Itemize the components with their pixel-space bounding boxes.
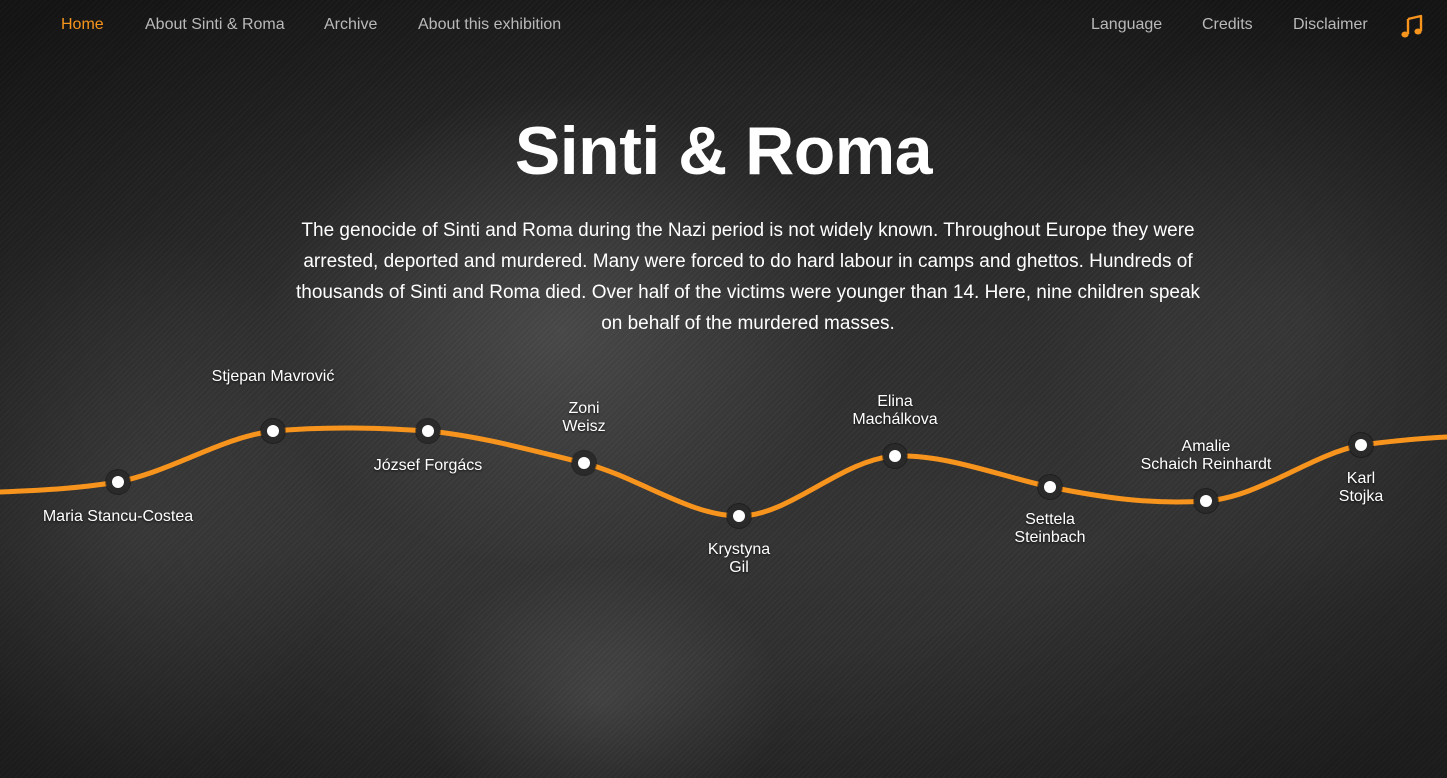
timeline-node-maria-stancu-costea[interactable]: [106, 470, 130, 494]
child-name-line: Karl: [1346, 470, 1376, 487]
timeline-node-zoni-weisz[interactable]: [572, 451, 596, 475]
child-name-line: Zoni: [568, 400, 600, 417]
background-photo: Home About Sinti & Roma Archive About th…: [0, 0, 1447, 778]
child-name-line: József Forgács: [373, 457, 483, 474]
top-navigation: Home About Sinti & Roma Archive About th…: [0, 0, 1447, 52]
nav-disclaimer-link[interactable]: Disclaimer: [1293, 16, 1368, 34]
nav-about-exhibition-link[interactable]: About this exhibition: [418, 16, 561, 34]
child-name-line: Elina: [877, 393, 913, 410]
child-name-maria-stancu-costea[interactable]: Maria Stancu-Costea: [8, 508, 228, 526]
intro-text: The genocide of Sinti and Roma during th…: [295, 220, 1201, 334]
timeline-node-amalie-schaich-reinhardt[interactable]: [1194, 489, 1218, 513]
child-name-line: Stjepan Mavrović: [211, 368, 335, 385]
nav-archive-link[interactable]: Archive: [324, 16, 377, 34]
nav-language-link[interactable]: Language: [1091, 16, 1162, 34]
child-name-line: Maria Stancu-Costea: [42, 508, 194, 525]
nav-about-sinti-roma-link[interactable]: About Sinti & Roma: [145, 16, 285, 34]
timeline-node-krystyna-gil[interactable]: [727, 504, 751, 528]
timeline-node-settela-steinbach[interactable]: [1038, 475, 1062, 499]
child-name-line: Stojka: [1338, 488, 1384, 505]
child-name-stjepan-mavrovic[interactable]: Stjepan Mavrović: [163, 368, 383, 386]
child-name-line: Machálkova: [852, 411, 938, 428]
child-name-karl-stojka[interactable]: Karl Stojka: [1251, 470, 1447, 506]
child-name-line: Krystyna: [707, 541, 771, 558]
timeline-node-karl-stojka[interactable]: [1349, 433, 1373, 457]
child-name-line: Weisz: [562, 418, 606, 435]
nav-credits-link[interactable]: Credits: [1202, 16, 1253, 34]
child-name-amalie-schaich-reinhardt[interactable]: Amalie Schaich Reinhardt: [1096, 438, 1316, 474]
child-name-line: Steinbach: [1014, 529, 1086, 546]
timeline-node-jozsef-forgacs[interactable]: [416, 419, 440, 443]
child-name-elina-machalkova[interactable]: Elina Machálkova: [785, 393, 1005, 429]
child-name-krystyna-gil[interactable]: Krystyna Gil: [629, 541, 849, 577]
child-name-zoni-weisz[interactable]: Zoni Weisz: [474, 400, 694, 436]
child-name-line: Amalie: [1181, 438, 1231, 455]
timeline-node-stjepan-mavrovic[interactable]: [261, 419, 285, 443]
child-name-line: Gil: [729, 559, 749, 576]
child-name-settela-steinbach[interactable]: Settela Steinbach: [940, 511, 1160, 547]
page-title: Sinti & Roma: [514, 113, 933, 189]
timeline-node-elina-machalkova[interactable]: [883, 444, 907, 468]
child-name-line: Settela: [1025, 511, 1075, 528]
music-note-icon[interactable]: [1399, 14, 1425, 40]
child-name-jozsef-forgacs[interactable]: József Forgács: [318, 457, 538, 475]
nav-home-link[interactable]: Home: [61, 16, 104, 34]
